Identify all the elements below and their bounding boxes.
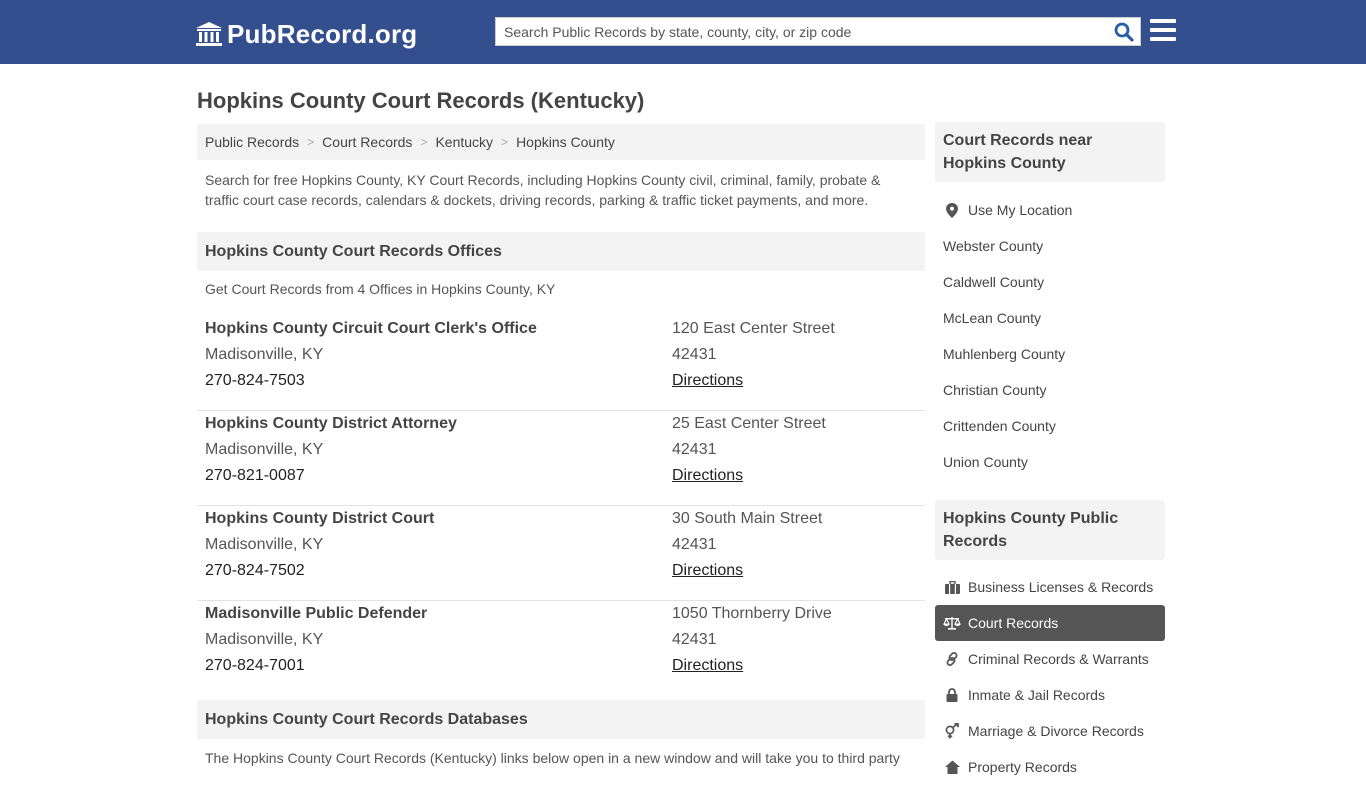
sidebar-item-label: Marriage & Divorce Records (968, 723, 1144, 739)
office-item: Madisonville Public Defender Madisonvill… (197, 601, 925, 696)
link-icon (943, 651, 961, 667)
office-address: 1050 Thornberry Drive (672, 605, 832, 622)
office-phone[interactable]: 270-824-7001 (205, 653, 427, 679)
directions-link[interactable]: Directions (672, 467, 743, 484)
site-logo[interactable]: PubRecord.org (195, 19, 417, 49)
sidebar-item-label: Court Records (968, 615, 1059, 631)
databases-text: The Hopkins County Court Records (Kentuc… (205, 750, 900, 766)
office-address: 30 South Main Street (672, 510, 823, 527)
databases-heading: Hopkins County Court Records Databases (197, 700, 925, 739)
office-item: Hopkins County Circuit Court Clerk's Off… (197, 316, 925, 411)
office-item: Hopkins County District Court Madisonvil… (197, 506, 925, 601)
nearby-county-link[interactable]: Union County (935, 444, 1165, 480)
use-my-location-link[interactable]: Use My Location (935, 192, 1165, 228)
sidebar-item-property-records[interactable]: Property Records (935, 749, 1165, 785)
sidebar-item-marriage-records[interactable]: Marriage & Divorce Records (935, 713, 1165, 749)
map-pin-icon (943, 202, 961, 218)
office-name: Hopkins County District Attorney (205, 415, 457, 432)
offices-subtitle: Get Court Records from 4 Offices in Hopk… (205, 281, 556, 297)
search-box (495, 17, 1141, 46)
office-city: Madisonville, KY (205, 631, 324, 648)
sidebar-item-label: Criminal Records & Warrants (968, 651, 1149, 667)
sidebar-item-inmate-records[interactable]: Inmate & Jail Records (935, 677, 1165, 713)
breadcrumb-kentucky[interactable]: Kentucky (435, 134, 493, 150)
search-input[interactable] (496, 18, 1106, 45)
breadcrumb: Public Records > Court Records > Kentuck… (197, 124, 925, 160)
public-records-heading: Hopkins County Public Records (935, 500, 1165, 560)
nearby-county-link[interactable]: Caldwell County (935, 264, 1165, 300)
office-zip: 42431 (672, 441, 717, 458)
top-navbar: PubRecord.org (0, 0, 1366, 64)
directions-link[interactable]: Directions (672, 657, 743, 674)
breadcrumb-public-records[interactable]: Public Records (205, 134, 299, 150)
office-address: 120 East Center Street (672, 320, 835, 337)
breadcrumb-separator: > (420, 135, 428, 149)
office-city: Madisonville, KY (205, 536, 324, 553)
breadcrumb-separator: > (501, 135, 509, 149)
office-zip: 42431 (672, 346, 717, 363)
office-name: Madisonville Public Defender (205, 605, 428, 622)
intro-text: Search for free Hopkins County, KY Court… (205, 172, 881, 208)
hamburger-menu-icon[interactable] (1150, 19, 1176, 43)
office-address: 25 East Center Street (672, 415, 826, 432)
office-zip: 42431 (672, 631, 717, 648)
breadcrumb-separator: > (307, 135, 315, 149)
logo-text: PubRecord.org (227, 18, 418, 49)
nearby-county-link[interactable]: Muhlenberg County (935, 336, 1165, 372)
offices-heading: Hopkins County Court Records Offices (197, 232, 925, 271)
gender-icon (943, 723, 961, 739)
sidebar-item-business-licenses[interactable]: Business Licenses & Records (935, 569, 1165, 605)
office-name: Hopkins County Circuit Court Clerk's Off… (205, 320, 537, 337)
office-phone[interactable]: 270-824-7502 (205, 558, 434, 584)
nearby-county-link[interactable]: Crittenden County (935, 408, 1165, 444)
page-title: Hopkins County Court Records (Kentucky) (197, 88, 645, 113)
office-name: Hopkins County District Court (205, 510, 435, 527)
nearby-heading: Court Records near Hopkins County (935, 122, 1165, 182)
lock-icon (943, 687, 961, 703)
office-item: Hopkins County District Attorney Madison… (197, 411, 925, 506)
office-zip: 42431 (672, 536, 717, 553)
use-my-location-label: Use My Location (968, 202, 1073, 218)
directions-link[interactable]: Directions (672, 372, 743, 389)
sidebar-item-label: Inmate & Jail Records (968, 687, 1105, 703)
courthouse-icon (196, 22, 222, 46)
scale-icon (943, 615, 961, 631)
nearby-county-link[interactable]: Christian County (935, 372, 1165, 408)
search-icon (1114, 22, 1134, 42)
nearby-county-link[interactable]: Webster County (935, 228, 1165, 264)
sidebar-item-court-records[interactable]: Court Records (935, 605, 1165, 641)
breadcrumb-hopkins-county[interactable]: Hopkins County (516, 134, 615, 150)
sidebar-item-criminal-records[interactable]: Criminal Records & Warrants (935, 641, 1165, 677)
sidebar-item-label: Property Records (968, 759, 1077, 775)
directions-link[interactable]: Directions (672, 562, 743, 579)
home-icon (943, 759, 961, 775)
breadcrumb-court-records[interactable]: Court Records (322, 134, 412, 150)
briefcase-icon (943, 579, 961, 595)
search-button[interactable] (1112, 21, 1136, 43)
sidebar-item-label: Business Licenses & Records (968, 579, 1154, 595)
office-city: Madisonville, KY (205, 441, 324, 458)
office-phone[interactable]: 270-821-0087 (205, 463, 457, 489)
office-city: Madisonville, KY (205, 346, 324, 363)
nearby-county-link[interactable]: McLean County (935, 300, 1165, 336)
office-phone[interactable]: 270-824-7503 (205, 368, 537, 394)
